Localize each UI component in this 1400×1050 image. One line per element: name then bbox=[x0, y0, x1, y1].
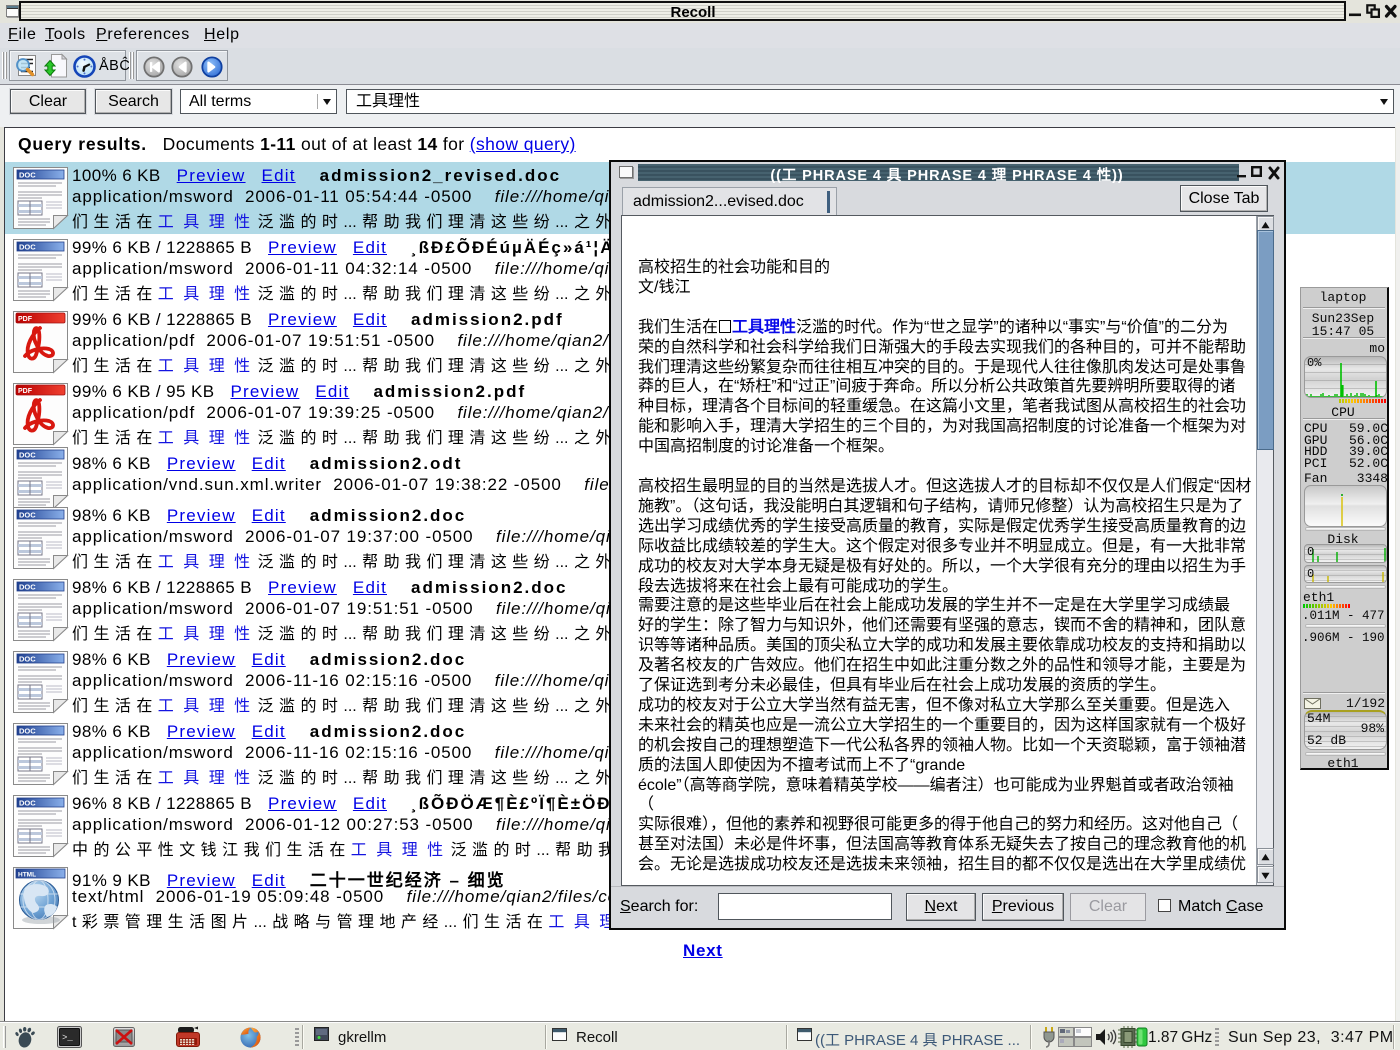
svg-text:DOC: DOC bbox=[19, 727, 36, 736]
svg-text:DOC: DOC bbox=[19, 171, 36, 180]
svg-text:DOC: DOC bbox=[19, 583, 36, 592]
svg-text:DOC: DOC bbox=[19, 799, 36, 808]
svg-text:DOC: DOC bbox=[19, 655, 36, 664]
svg-text:PDF: PDF bbox=[18, 316, 33, 323]
svg-text:DOC: DOC bbox=[19, 511, 36, 520]
svg-text:PDF: PDF bbox=[18, 388, 33, 395]
svg-text:>_: >_ bbox=[62, 1033, 73, 1043]
svg-text:HTML: HTML bbox=[18, 872, 36, 879]
svg-text:DOC: DOC bbox=[19, 243, 36, 252]
svg-text:DOC: DOC bbox=[19, 451, 36, 460]
